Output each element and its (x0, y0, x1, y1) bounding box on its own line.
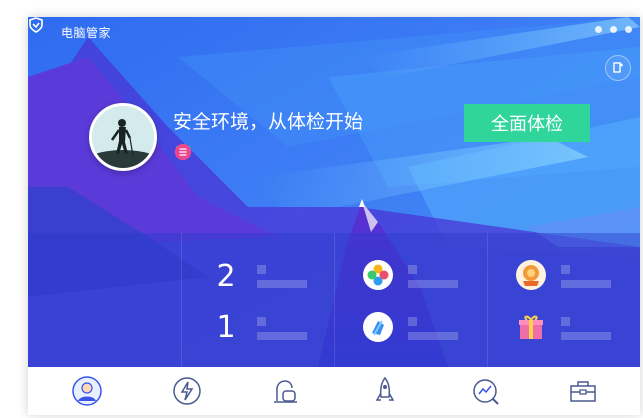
panel-divider (487, 233, 488, 367)
placeholder-bar (408, 332, 458, 340)
vacuum-icon[interactable] (269, 375, 301, 407)
placeholder-block (408, 317, 417, 326)
placeholder-bar (561, 280, 611, 288)
window-controls (595, 26, 632, 33)
placeholder-block (257, 317, 266, 326)
stat-number-second: 1 (216, 310, 236, 345)
app-title: 电脑管家 (61, 26, 112, 40)
skin-button[interactable] (605, 55, 631, 81)
avatar[interactable] (89, 103, 157, 171)
panel-divider (181, 233, 182, 367)
placeholder-block (408, 265, 417, 274)
rocket-icon[interactable] (369, 375, 401, 407)
app-window: 电脑管家 安全环境，从体检开始 全面体检 2 1 (28, 17, 640, 415)
placeholder-bar (561, 332, 611, 340)
placeholder-block (257, 265, 266, 274)
title-bar: 电脑管家 (28, 17, 640, 49)
placeholder-bar (408, 280, 458, 288)
shield-logo-icon (29, 17, 43, 33)
user-icon[interactable] (71, 375, 103, 407)
skin-icon (613, 62, 623, 73)
list-icon[interactable] (174, 143, 192, 161)
placeholder-block (561, 265, 570, 274)
panel-divider (334, 233, 335, 367)
toolbox-icon[interactable] (567, 375, 599, 407)
close-dot-button[interactable] (625, 26, 632, 33)
hero-banner: 电脑管家 安全环境，从体检开始 全面体检 2 1 (28, 17, 640, 367)
clean-tool-icon[interactable] (362, 311, 394, 343)
chart-icon[interactable] (469, 375, 501, 407)
full-scan-button[interactable]: 全面体检 (464, 104, 590, 142)
avatar-image (92, 106, 154, 168)
placeholder-bar (257, 332, 307, 340)
medal-100-icon[interactable] (515, 259, 547, 291)
menu-dot-button[interactable] (595, 26, 602, 33)
placeholder-block (561, 317, 570, 326)
placeholder-bar (257, 280, 307, 288)
stat-number-first: 2 (216, 259, 236, 294)
color-wheel-icon[interactable] (362, 259, 394, 291)
speed-icon[interactable] (171, 375, 203, 407)
headline-text: 安全环境，从体检开始 (173, 111, 364, 133)
bottom-nav (28, 367, 640, 415)
minimize-dot-button[interactable] (610, 26, 617, 33)
gift-box-icon[interactable] (515, 311, 547, 343)
